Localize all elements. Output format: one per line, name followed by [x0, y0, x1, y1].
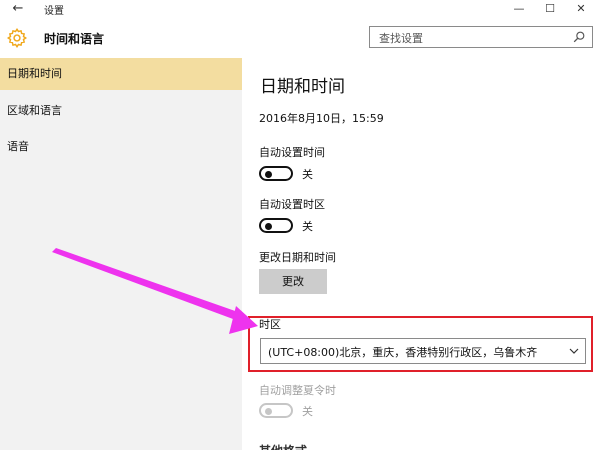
toggle-knob: [265, 170, 272, 178]
sidebar-item-region-language[interactable]: 区域和语言: [0, 95, 242, 127]
title-bar: ← 设置 — ☐ ✕: [0, 0, 598, 18]
current-datetime: 2016年8月10日，15:59: [259, 112, 384, 125]
dst-label: 自动调整夏令时: [259, 384, 336, 397]
timezone-select[interactable]: (UTC+08:00)北京，重庆，香港特别行政区，乌鲁木齐: [260, 338, 586, 364]
close-button[interactable]: ✕: [566, 0, 596, 18]
toggle-knob: [265, 222, 272, 230]
next-section-heading: 其他格式: [259, 442, 307, 450]
timezone-value: (UTC+08:00)北京，重庆，香港特别行政区，乌鲁木齐: [268, 346, 538, 359]
auto-time-state: 关: [302, 168, 313, 181]
back-button[interactable]: ←: [8, 1, 28, 17]
page-heading: 时间和语言: [44, 32, 105, 46]
auto-timezone-state: 关: [302, 220, 313, 233]
header: 时间和语言 查找设置: [0, 18, 598, 58]
search-placeholder: 查找设置: [379, 32, 423, 45]
auto-time-label: 自动设置时间: [259, 146, 325, 159]
maximize-button[interactable]: ☐: [535, 0, 565, 18]
dst-state: 关: [302, 405, 313, 418]
sidebar-item-date-time[interactable]: 日期和时间: [0, 58, 242, 90]
auto-time-toggle[interactable]: [259, 166, 293, 181]
sidebar: 日期和时间 区域和语言 语音: [0, 58, 242, 450]
minimize-button[interactable]: —: [504, 0, 534, 18]
search-input[interactable]: 查找设置: [369, 26, 593, 48]
sidebar-item-speech[interactable]: 语音: [0, 131, 242, 163]
chevron-down-icon: [569, 348, 579, 354]
toggle-knob: [265, 407, 272, 415]
window-title: 设置: [44, 6, 64, 17]
timezone-label: 时区: [259, 318, 281, 331]
search-icon[interactable]: [572, 30, 586, 44]
change-datetime-button[interactable]: 更改: [259, 269, 327, 294]
page-title: 日期和时间: [260, 77, 345, 97]
main-content: 日期和时间 2016年8月10日，15:59 自动设置时间 关 自动设置时区 关…: [242, 58, 598, 450]
auto-timezone-toggle[interactable]: [259, 218, 293, 233]
dst-toggle[interactable]: [259, 403, 293, 418]
change-datetime-label: 更改日期和时间: [259, 251, 336, 264]
auto-timezone-label: 自动设置时区: [259, 198, 325, 211]
gear-icon: [6, 27, 28, 49]
